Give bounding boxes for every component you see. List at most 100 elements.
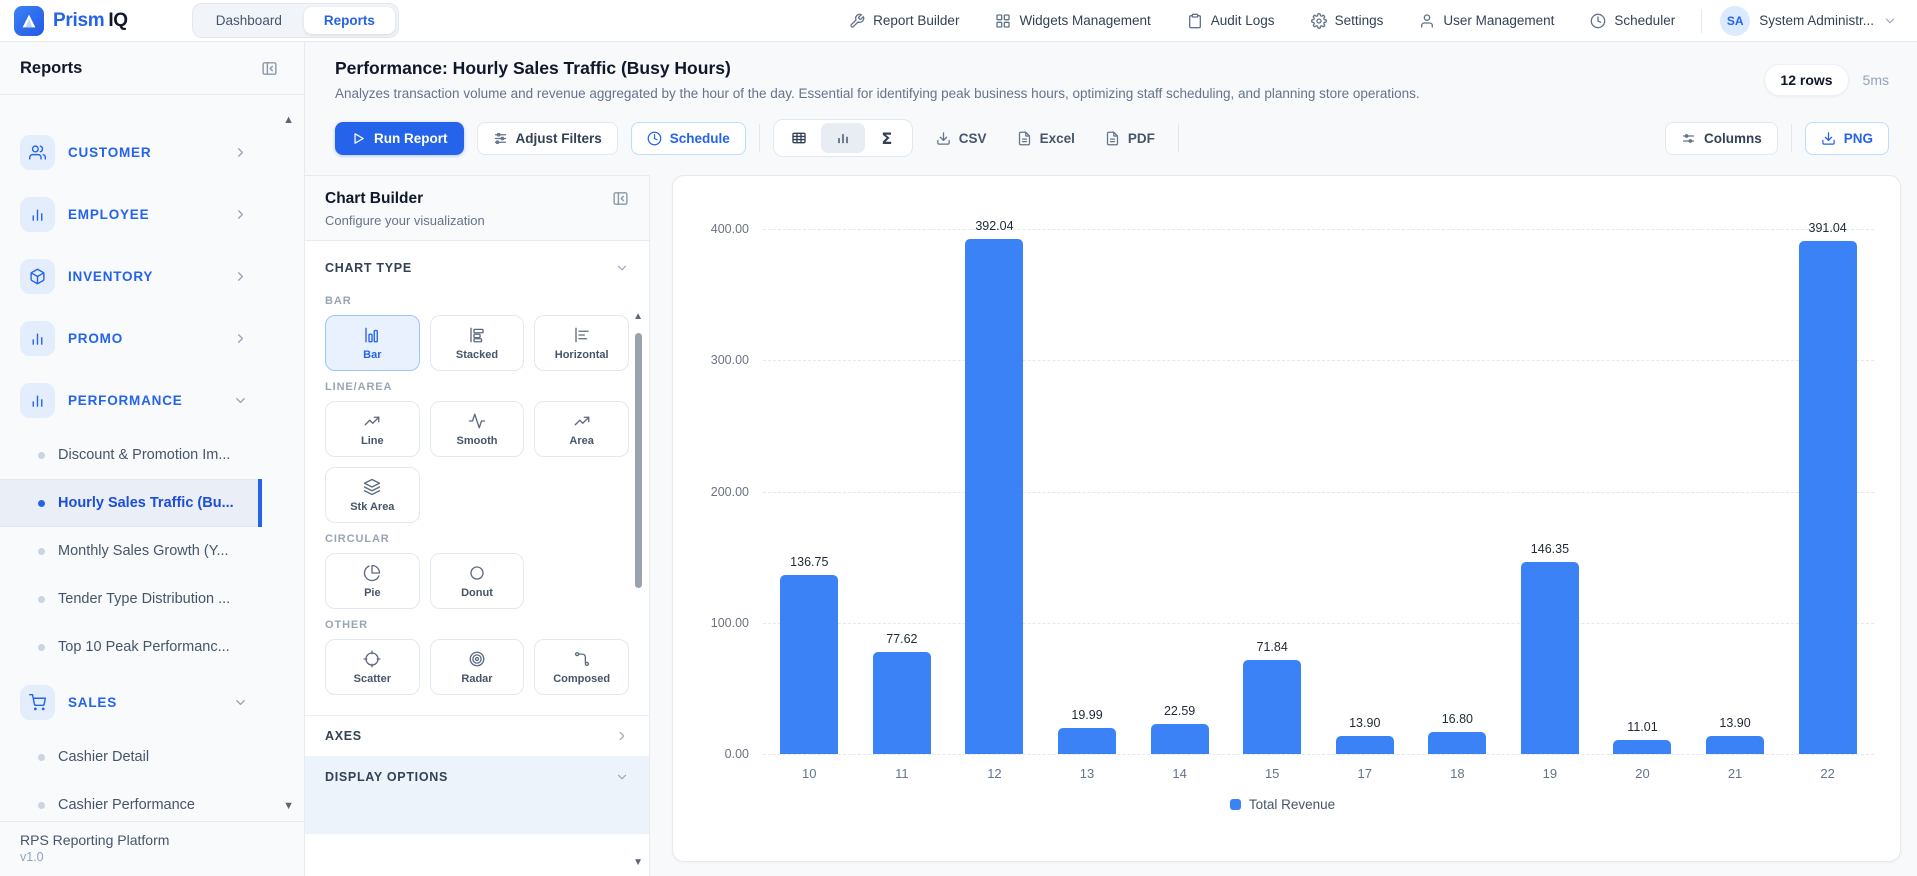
sidebar-category-promo[interactable]: PROMO — [0, 307, 262, 369]
chart-type-pie[interactable]: Pie — [325, 553, 420, 609]
bar-10[interactable] — [780, 575, 839, 754]
collapse-sidebar-icon[interactable] — [261, 60, 278, 77]
user-icon — [1419, 13, 1435, 29]
package-icon — [20, 258, 55, 294]
bullet-icon — [38, 801, 45, 809]
columns-icon — [1681, 131, 1696, 146]
bar-15[interactable] — [1243, 660, 1302, 754]
sidebar-category-employee[interactable]: EMPLOYEE — [0, 183, 262, 245]
x-tick-label: 20 — [1635, 766, 1650, 781]
section-display-options[interactable]: DISPLAY OPTIONS — [325, 760, 629, 794]
chart-type-donut[interactable]: Donut — [429, 553, 525, 609]
view-toggle-table[interactable] — [777, 123, 821, 153]
chart-type-horizontal[interactable]: Horizontal — [534, 315, 629, 371]
type-grid-bar: Bar Stacked Horizontal — [325, 315, 629, 371]
users-icon — [20, 134, 55, 170]
chart-type-stk-area[interactable]: Stk Area — [325, 467, 420, 523]
chart-type-smooth[interactable]: Smooth — [429, 401, 525, 457]
group-label-circular: CIRCULAR — [325, 533, 390, 545]
bar-12[interactable] — [965, 239, 1024, 754]
export-csv-button[interactable]: CSV — [926, 123, 997, 154]
chevron-down-icon — [233, 695, 248, 710]
rows-count-badge: 12 rows — [1764, 64, 1849, 96]
chart-legend: Total Revenue — [691, 781, 1874, 822]
user-name: System Administr... — [1759, 13, 1874, 28]
sidebar-report-tender-type-distribution[interactable]: Tender Type Distribution ... — [0, 575, 262, 623]
section-axes[interactable]: AXES — [325, 716, 629, 756]
sidebar-category-sales[interactable]: SALES — [0, 671, 262, 733]
query-time: 5ms — [1862, 72, 1889, 88]
export-excel-button[interactable]: Excel — [1007, 123, 1085, 154]
user-menu[interactable]: SA System Administr... — [1720, 5, 1897, 36]
header-meta: 12 rows 5ms — [1764, 64, 1889, 96]
columns-button[interactable]: Columns — [1664, 121, 1778, 155]
bar-14[interactable] — [1150, 724, 1209, 754]
export-pdf-button[interactable]: PDF — [1095, 123, 1165, 154]
bar-17[interactable] — [1335, 736, 1394, 754]
chart-type-radar[interactable]: Radar — [429, 639, 525, 695]
bar-11[interactable] — [872, 652, 931, 754]
app-root: Prism IQ Dashboard Reports Report Builder W… — [0, 0, 1917, 876]
view-toggle-sigma[interactable]: Σ — [865, 123, 909, 153]
sidebar-report-hourly-sales-traffic-bu[interactable]: Hourly Sales Traffic (Bu... — [0, 479, 262, 527]
x-tick-label: 14 — [1172, 766, 1187, 781]
reports-sidebar: Reports CUSTOMER EMPLOYEE INVENTORY PROMO PE… — [0, 42, 305, 876]
view-toggle-chart[interactable] — [820, 123, 865, 153]
panel-scroll-up-icon[interactable]: ▲ — [633, 311, 643, 322]
bar-slot: 71.84 — [1226, 194, 1319, 754]
bar-21[interactable] — [1706, 736, 1765, 754]
export-group: CSV Excel PDF — [926, 123, 1165, 154]
chart-builder-body: CHART TYPE BAR Bar Stacked Horizontal LINE/A… — [305, 241, 649, 876]
bar-13[interactable] — [1058, 728, 1117, 754]
section-chart-type[interactable]: CHART TYPE — [325, 255, 629, 285]
sidebar-scroll-up-icon[interactable]: ▲ — [283, 114, 294, 126]
sidebar-report-monthly-sales-growth-y[interactable]: Monthly Sales Growth (Y... — [0, 527, 262, 575]
x-tick-label: 11 — [895, 766, 909, 781]
sidebar-scroll-down-icon[interactable]: ▼ — [283, 800, 294, 812]
nav-link-widgets-management[interactable]: Widgets Management — [995, 13, 1151, 29]
png-export-button[interactable]: PNG — [1804, 121, 1889, 155]
bar-value-label: 13.90 — [1719, 716, 1751, 730]
nav-link-audit-logs[interactable]: Audit Logs — [1187, 13, 1275, 29]
sidebar-report-discount-promotion-im[interactable]: Discount & Promotion Im... — [0, 431, 262, 479]
sidebar-report-top-10-peak-performanc[interactable]: Top 10 Peak Performanc... — [0, 623, 262, 671]
sidebar-category-inventory[interactable]: INVENTORY — [0, 245, 262, 307]
group-label-bar: BAR — [325, 295, 352, 307]
cart-icon — [20, 684, 55, 720]
run-report-button[interactable]: Run Report — [335, 121, 464, 155]
clock-icon — [1590, 13, 1606, 29]
chevron-right-icon — [233, 145, 248, 160]
report-toolbar: Run Report Adjust Filters Schedule Σ CSV… — [305, 111, 1917, 175]
table-icon — [791, 130, 807, 146]
bar-18[interactable] — [1428, 732, 1487, 754]
y-tick-label: 0.00 — [724, 747, 749, 761]
chart-type-scatter[interactable]: Scatter — [325, 639, 420, 695]
bar-slot: 19.99 — [1041, 194, 1134, 754]
sidebar-report-cashier-detail[interactable]: Cashier Detail — [0, 733, 262, 781]
sidebar-category-performance[interactable]: PERFORMANCE — [0, 369, 262, 431]
nav-link-scheduler[interactable]: Scheduler — [1590, 13, 1675, 29]
bar-19[interactable] — [1520, 562, 1579, 754]
chart-type-stacked[interactable]: Stacked — [429, 315, 525, 371]
chart-type-area[interactable]: Area — [534, 401, 629, 457]
nav-link-settings[interactable]: Settings — [1310, 12, 1383, 29]
panel-scroll-down-icon[interactable]: ▼ — [633, 857, 643, 868]
schedule-button[interactable]: Schedule — [630, 121, 746, 155]
tab-reports[interactable]: Reports — [303, 7, 395, 34]
chart-type-line[interactable]: Line — [325, 401, 420, 457]
pie-chart-icon — [363, 564, 381, 582]
bar-20[interactable] — [1613, 740, 1672, 754]
sidebar-category-customer[interactable]: CUSTOMER — [0, 121, 262, 183]
adjust-filters-button[interactable]: Adjust Filters — [476, 121, 618, 155]
type-grid-circular: Pie Donut — [325, 553, 629, 609]
chart-type-bar[interactable]: Bar — [325, 315, 420, 371]
nav-link-user-management[interactable]: User Management — [1419, 13, 1554, 29]
bar-22[interactable] — [1798, 241, 1857, 754]
collapse-builder-icon[interactable] — [612, 190, 629, 207]
chart-type-composed[interactable]: Composed — [534, 639, 629, 695]
panel-scrollbar-thumb[interactable] — [635, 333, 642, 588]
top-navbar: Prism IQ Dashboard Reports Report Builder W… — [0, 0, 1917, 42]
nav-link-report-builder[interactable]: Report Builder — [849, 13, 959, 29]
tab-dashboard[interactable]: Dashboard — [196, 7, 302, 34]
brand[interactable]: Prism IQ — [14, 5, 128, 36]
